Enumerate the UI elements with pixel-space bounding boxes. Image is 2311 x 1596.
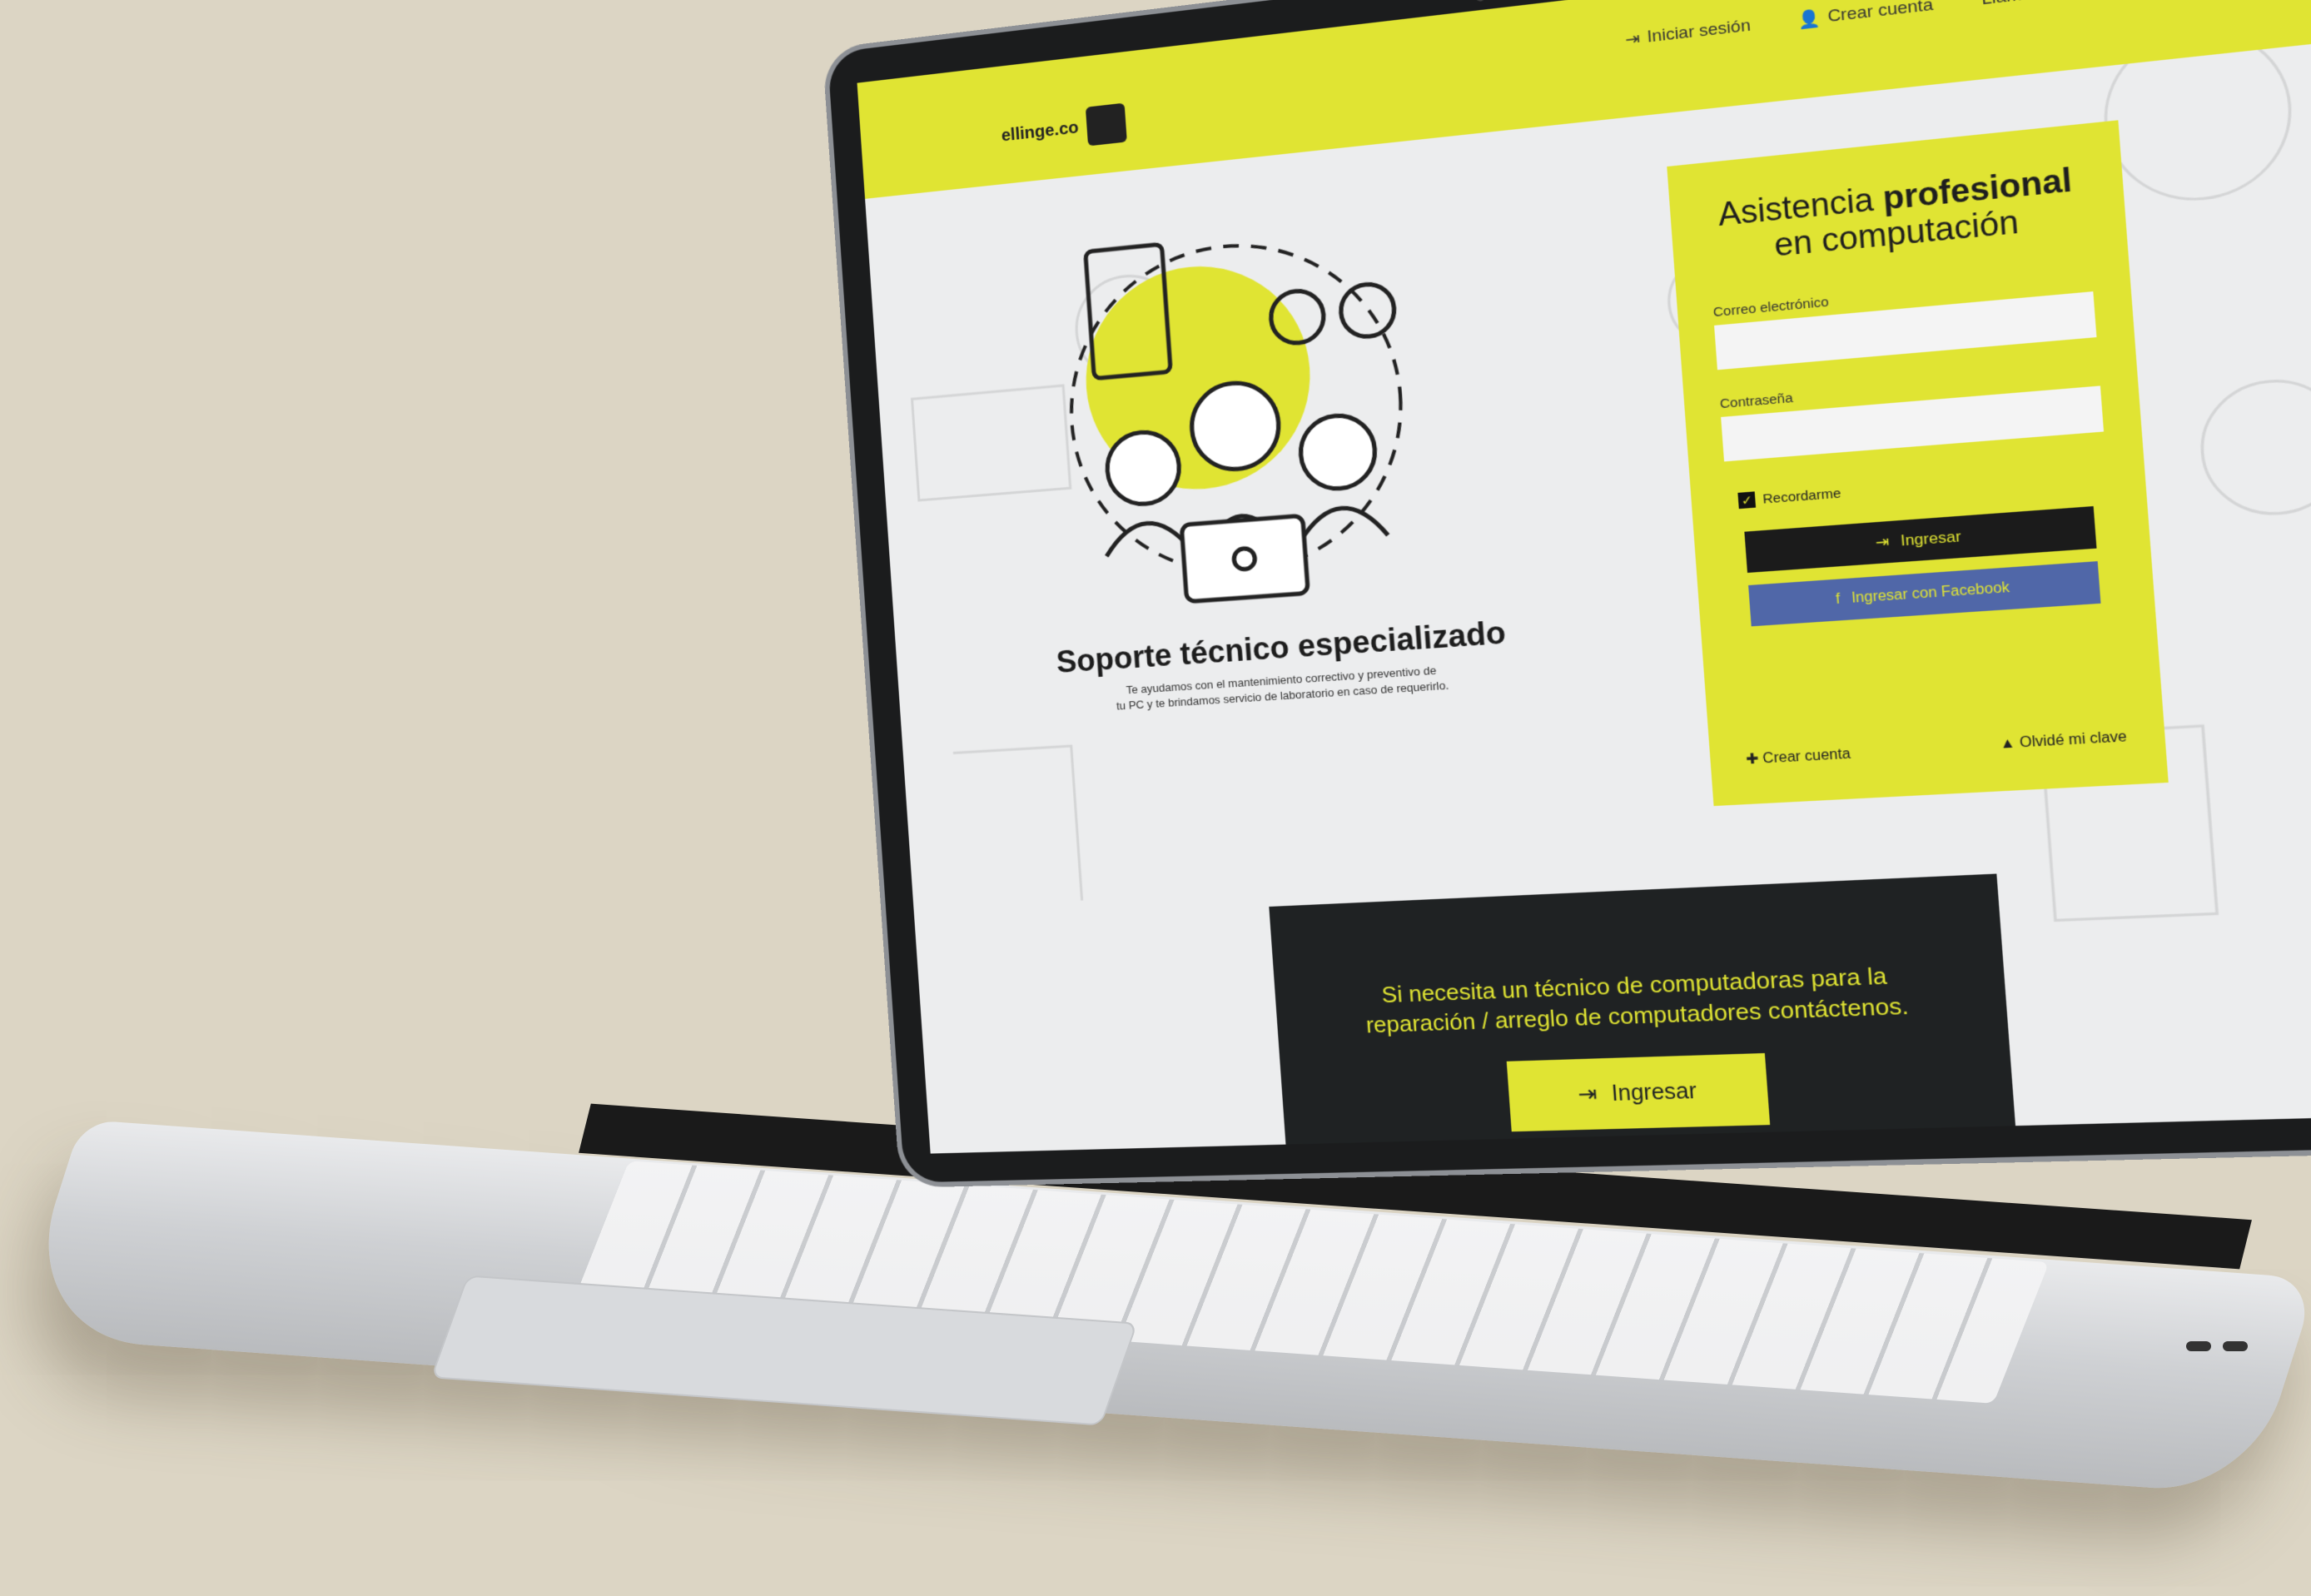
- laptop-lid: ellinge.co ⇥ Iniciar sesión 👤 Crear cuen…: [827, 0, 2311, 1183]
- laptop-screen: ellinge.co ⇥ Iniciar sesión 👤 Crear cuen…: [857, 0, 2311, 1154]
- login-title: Asistencia profesional en computación: [1705, 161, 2089, 270]
- usb-ports: [2186, 1340, 2286, 1374]
- cta-button-label: Ingresar: [1611, 1078, 1697, 1106]
- facebook-login-button[interactable]: f Ingresar con Facebook: [1748, 561, 2101, 626]
- add-user-icon: 👤: [1797, 7, 1821, 32]
- facebook-login-label: Ingresar con Facebook: [1851, 580, 2010, 607]
- login-icon: ⇥: [1577, 1081, 1598, 1108]
- remember-label: Recordarme: [1762, 485, 1841, 506]
- nav-create-account-label: Crear cuenta: [1827, 0, 1934, 27]
- remember-me[interactable]: ✓ Recordarme: [1737, 465, 2107, 509]
- create-account-link[interactable]: ✚ Crear cuenta: [1746, 745, 1851, 768]
- nav-phone-label: Llámanos: 3162397887: [1981, 0, 2179, 10]
- nav-login-label: Iniciar sesión: [1647, 17, 1752, 47]
- cta-login-button[interactable]: ⇥ Ingresar: [1507, 1053, 1770, 1131]
- plus-icon: ✚: [1746, 752, 1764, 768]
- site-logo[interactable]: ellinge.co: [1000, 103, 1127, 156]
- nav-create-account[interactable]: 👤 Crear cuenta: [1797, 0, 1934, 32]
- cta-section: Si necesita un técnico de computadoras p…: [1269, 873, 2019, 1153]
- login-footer: ✚ Crear cuenta ▲ Olvidé mi clave: [1746, 729, 2128, 768]
- login-button-label: Ingresar: [1900, 528, 1961, 550]
- login-button[interactable]: ⇥ Ingresar: [1744, 506, 2097, 573]
- login-panel: Asistencia profesional en computación Co…: [1667, 120, 2168, 806]
- login-icon: ⇥: [1624, 28, 1640, 50]
- top-nav: ⇥ Iniciar sesión 👤 Crear cuenta Llámanos…: [1624, 0, 2311, 55]
- support-team-illustration: [1033, 191, 1459, 619]
- login-icon: ⇥: [1875, 533, 1890, 552]
- create-account-label: Crear cuenta: [1762, 747, 1851, 767]
- logo-text: ellinge.co: [1001, 118, 1079, 147]
- facebook-icon: f: [1835, 592, 1841, 609]
- cta-text: Si necesita un técnico de computadoras p…: [1358, 959, 1916, 1040]
- nav-login[interactable]: ⇥ Iniciar sesión: [1624, 16, 1751, 51]
- checkbox-checked-icon[interactable]: ✓: [1737, 491, 1756, 509]
- forgot-password-label: Olvidé mi clave: [2019, 729, 2127, 751]
- webcam: [1476, 0, 1486, 2]
- warning-icon: ▲: [2000, 735, 2020, 752]
- nav-phone[interactable]: Llámanos: 3162397887 ✆: [1981, 0, 2203, 10]
- forgot-password-link[interactable]: ▲ Olvidé mi clave: [2000, 729, 2128, 754]
- logo-mascot-icon: [1086, 103, 1127, 147]
